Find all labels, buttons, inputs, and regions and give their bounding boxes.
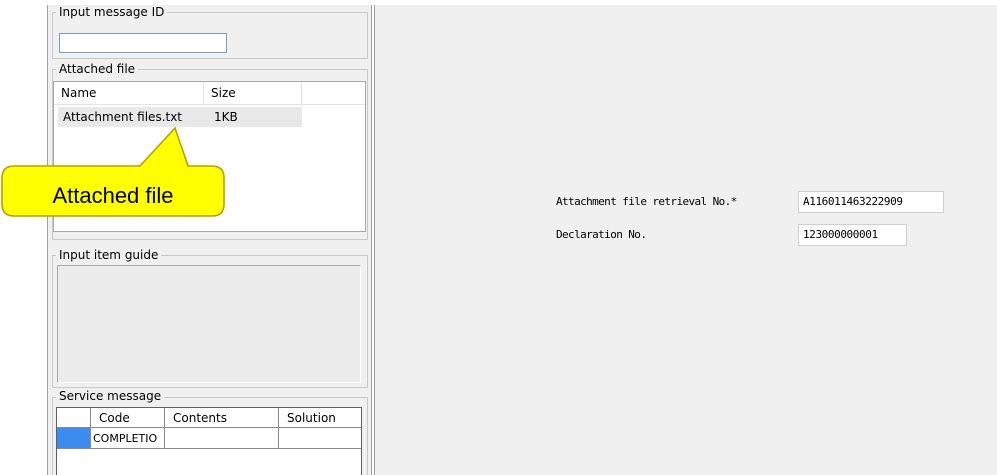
service-cell-code[interactable]: COMPLETIO xyxy=(91,428,165,449)
input-item-guide-legend: Input item guide xyxy=(56,248,162,262)
service-row-header-corner xyxy=(57,408,91,428)
column-header-solution[interactable]: Solution xyxy=(279,408,361,428)
service-cell-solution[interactable] xyxy=(279,428,361,449)
attachment-file-retrieval-no-label: Attachment file retrieval No.* xyxy=(556,195,737,208)
service-row-selector[interactable] xyxy=(57,428,91,449)
declaration-no-field[interactable]: 123000000001 xyxy=(798,224,907,246)
service-message-legend: Service message xyxy=(56,389,165,403)
column-header-contents[interactable]: Contents xyxy=(165,408,279,428)
column-header-code[interactable]: Code xyxy=(91,408,165,428)
service-cell-contents[interactable] xyxy=(165,428,279,449)
callout-label: Attached file xyxy=(52,183,174,208)
declaration-form-pane: Attachment file retrieval No.* A11601146… xyxy=(374,5,997,475)
attachment-file-retrieval-no-field[interactable]: A116011463222909 xyxy=(798,191,944,213)
declaration-no-label: Declaration No. xyxy=(556,228,647,241)
service-message-table[interactable]: Code Contents Solution COMPLETIO xyxy=(56,407,362,475)
input-item-guide-text xyxy=(57,265,361,383)
